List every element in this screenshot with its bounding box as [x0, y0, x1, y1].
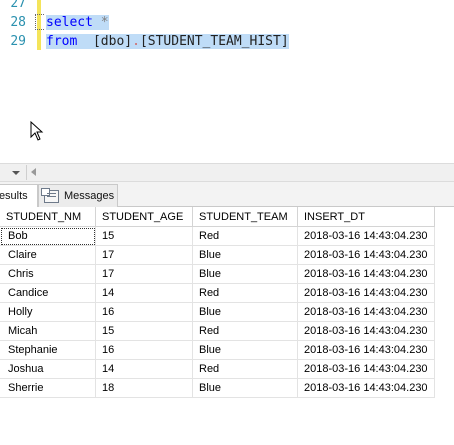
grid-cell[interactable]: 2018-03-16 14:43:04.230	[297, 283, 435, 303]
sql-dot: .	[132, 34, 140, 49]
line-number: 29	[10, 34, 26, 49]
grid-cell[interactable]: Micah	[0, 321, 96, 341]
results-grid[interactable]: STUDENT_NM STUDENT_AGE STUDENT_TEAM INSE…	[0, 207, 435, 398]
sql-text: *	[92, 15, 109, 30]
grid-cell[interactable]: 2018-03-16 14:43:04.230	[297, 359, 435, 379]
grid-cell[interactable]: Joshua	[0, 359, 96, 379]
grid-cell[interactable]: Blue	[192, 302, 298, 322]
grid-cell[interactable]: 17	[95, 264, 193, 284]
tab-results-label: Results	[0, 190, 28, 202]
table-row[interactable]: Holly 16 Blue 2018-03-16 14:43:04.230	[0, 302, 435, 322]
grid-cell[interactable]: Blue	[192, 378, 298, 398]
grid-cell[interactable]: Claire	[0, 245, 96, 265]
column-header[interactable]: STUDENT_NM	[0, 207, 96, 227]
table-row[interactable]: Chris 17 Blue 2018-03-16 14:43:04.230	[0, 264, 435, 284]
grid-cell[interactable]: 2018-03-16 14:43:04.230	[297, 302, 435, 322]
query-editor[interactable]: 27 28 29 select * from [dbo].[STUDENT_TE…	[0, 0, 454, 160]
grid-cell[interactable]: Blue	[192, 245, 298, 265]
grid-cell[interactable]: 2018-03-16 14:43:04.230	[297, 245, 435, 265]
grid-cell[interactable]: Blue	[192, 264, 298, 284]
horizontal-scrollbar[interactable]	[0, 163, 454, 182]
grid-cell[interactable]: Red	[192, 226, 298, 246]
grid-cell[interactable]: 14	[95, 283, 193, 303]
column-header[interactable]: STUDENT_AGE	[95, 207, 193, 227]
sql-schema: [dbo]	[92, 34, 133, 49]
grid-cell[interactable]: 2018-03-16 14:43:04.230	[297, 378, 435, 398]
table-row[interactable]: Micah 15 Red 2018-03-16 14:43:04.230	[0, 321, 435, 341]
results-tab-strip: Results Messages	[0, 182, 454, 208]
collapse-marker[interactable]	[35, 14, 44, 30]
messages-icon	[41, 188, 59, 203]
table-row[interactable]: Joshua 14 Red 2018-03-16 14:43:04.230	[0, 359, 435, 379]
scroll-left-icon[interactable]	[31, 168, 36, 176]
grid-cell[interactable]: 17	[95, 245, 193, 265]
sql-keyword: from	[46, 34, 78, 49]
tab-messages[interactable]: Messages	[38, 184, 118, 208]
tab-results[interactable]: Results	[0, 184, 38, 208]
code-line-28[interactable]: select *	[46, 13, 109, 32]
sql-keyword: select	[46, 15, 93, 30]
table-row[interactable]: Stephanie 16 Blue 2018-03-16 14:43:04.23…	[0, 340, 435, 360]
grid-cell[interactable]: 2018-03-16 14:43:04.230	[297, 340, 435, 360]
table-row[interactable]: Claire 17 Blue 2018-03-16 14:43:04.230	[0, 245, 435, 265]
grid-cell[interactable]: 16	[95, 340, 193, 360]
table-row[interactable]: Sherrie 18 Blue 2018-03-16 14:43:04.230	[0, 378, 435, 398]
tab-messages-label: Messages	[64, 190, 115, 202]
code-line-29[interactable]: from [dbo].[STUDENT_TEAM_HIST]	[46, 32, 289, 51]
grid-cell[interactable]: 18	[95, 378, 193, 398]
grid-cell[interactable]: Bob	[0, 226, 96, 246]
line-number: 27	[10, 0, 26, 11]
column-header[interactable]: STUDENT_TEAM	[192, 207, 298, 227]
line-number: 28	[10, 15, 26, 30]
table-row[interactable]: Candice 14 Red 2018-03-16 14:43:04.230	[0, 283, 435, 303]
zoom-dropdown[interactable]	[0, 165, 27, 180]
grid-cell[interactable]: 16	[95, 302, 193, 322]
grid-cell[interactable]: 2018-03-16 14:43:04.230	[297, 264, 435, 284]
grid-cell[interactable]: Red	[192, 283, 298, 303]
grid-cell[interactable]: Chris	[0, 264, 96, 284]
sql-space	[77, 34, 93, 49]
grid-cell[interactable]: 2018-03-16 14:43:04.230	[297, 226, 435, 246]
grid-cell[interactable]: Red	[192, 321, 298, 341]
grid-cell[interactable]: 15	[95, 226, 193, 246]
grid-cell[interactable]: Sherrie	[0, 378, 96, 398]
grid-cell[interactable]: Stephanie	[0, 340, 96, 360]
grid-cell[interactable]: 14	[95, 359, 193, 379]
grid-cell[interactable]: Candice	[0, 283, 96, 303]
column-header[interactable]: INSERT_DT	[297, 207, 435, 227]
sql-table-name: [STUDENT_TEAM_HIST]	[139, 34, 289, 49]
arrow-cursor-icon	[30, 120, 44, 141]
grid-cell[interactable]: Red	[192, 359, 298, 379]
grid-cell[interactable]: 15	[95, 321, 193, 341]
grid-cell[interactable]: Holly	[0, 302, 96, 322]
grid-cell[interactable]: Blue	[192, 340, 298, 360]
grid-cell[interactable]: 2018-03-16 14:43:04.230	[297, 321, 435, 341]
table-row[interactable]: Bob 15 Red 2018-03-16 14:43:04.230	[0, 226, 435, 246]
grid-header-row: STUDENT_NM STUDENT_AGE STUDENT_TEAM INSE…	[0, 207, 435, 227]
